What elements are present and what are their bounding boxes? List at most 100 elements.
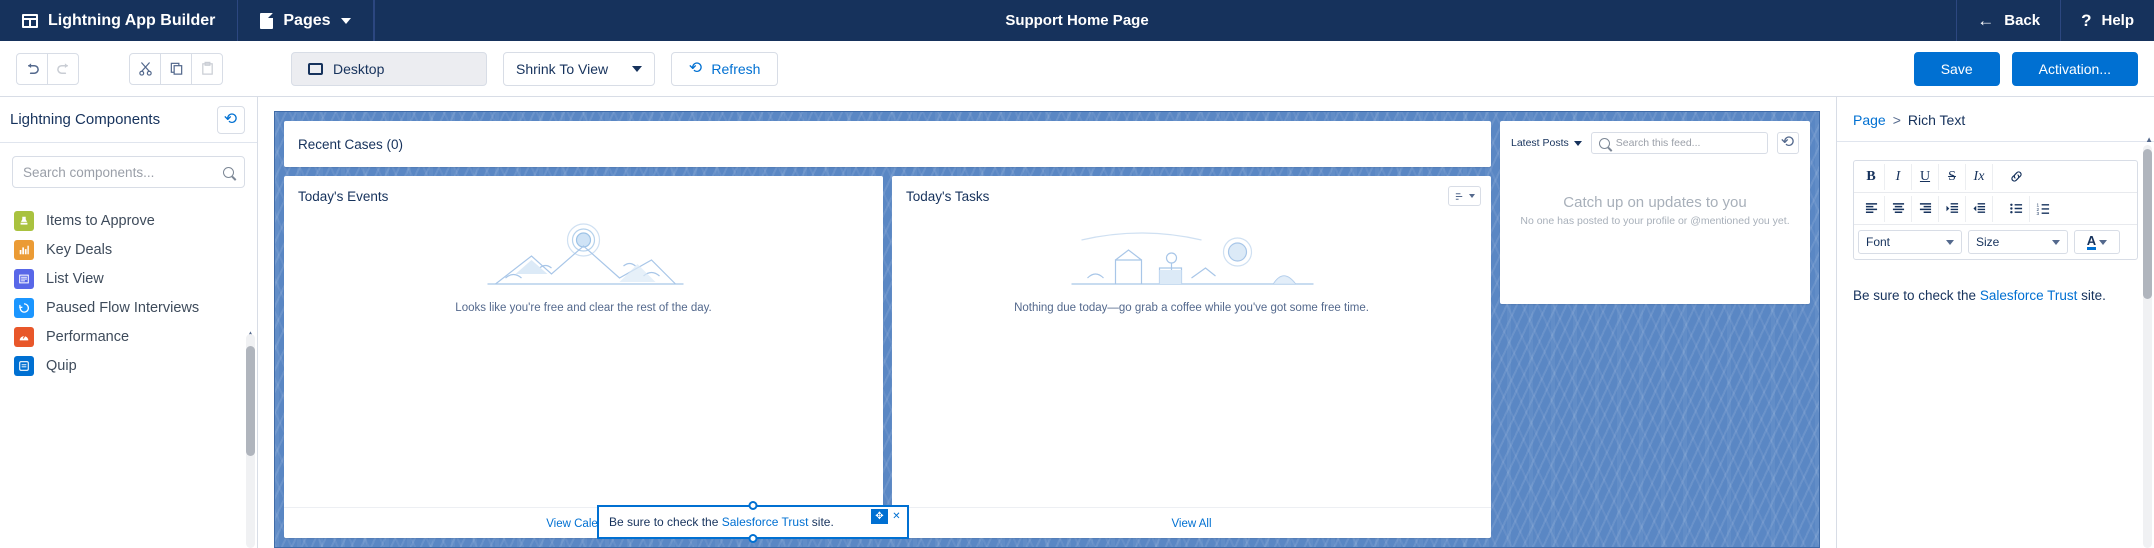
- sidebar-item-list-view[interactable]: List View: [0, 264, 257, 293]
- sidebar-title: Lightning Components: [10, 111, 161, 128]
- panel-scroll-up-arrow[interactable]: ▲: [2145, 135, 2153, 144]
- align-right-button[interactable]: [1912, 195, 1939, 222]
- activation-button[interactable]: Activation...: [2011, 51, 2138, 86]
- sidebar-item-key-deals[interactable]: Key Deals: [0, 235, 257, 264]
- numbered-list-icon: 123: [2037, 203, 2050, 215]
- components-sidebar: Lightning Components ⟳ Items to Approve: [0, 97, 258, 548]
- sidebar-item-paused-flow-interviews[interactable]: Paused Flow Interviews: [0, 293, 257, 322]
- zoom-select[interactable]: Shrink To View: [503, 51, 655, 86]
- breadcrumb: Page > Rich Text: [1837, 97, 2154, 142]
- events-empty-illustration: [294, 216, 873, 300]
- rte-row-font: Font Size A: [1854, 225, 2137, 259]
- device-toggle-desktop[interactable]: Desktop: [291, 51, 487, 86]
- sidebar-item-performance[interactable]: Performance: [0, 322, 257, 351]
- flow-icon: [14, 297, 34, 318]
- help-button[interactable]: ? Help: [2060, 0, 2154, 41]
- align-left-button[interactable]: [1858, 195, 1885, 222]
- search-input-container[interactable]: [12, 156, 245, 188]
- list-view-icon: [14, 268, 34, 289]
- redo-icon: [56, 63, 68, 74]
- text-color-button[interactable]: A: [2074, 230, 2120, 254]
- sidebar-item-label: Items to Approve: [46, 212, 155, 229]
- rich-text-suffix: site.: [2077, 288, 2106, 303]
- text-color-icon: A: [2086, 233, 2097, 250]
- redo-button[interactable]: [47, 52, 79, 85]
- undo-icon: [27, 63, 39, 74]
- copy-button[interactable]: [160, 52, 192, 85]
- sort-icon: [1455, 192, 1463, 200]
- font-size-select[interactable]: Size: [1968, 230, 2068, 254]
- todays-tasks-body: Nothing due today—go grab a coffee while…: [892, 216, 1491, 507]
- clear-formatting-button[interactable]: Ix: [1966, 163, 1993, 190]
- feed-card[interactable]: Latest Posts Search this feed... ⟳ Catch…: [1500, 121, 1810, 304]
- view-all-link[interactable]: View All: [892, 507, 1491, 538]
- component-list: Items to Approve Key Deals List View Pau…: [0, 206, 257, 548]
- link-icon: [2011, 171, 2022, 182]
- tasks-empty-illustration: [902, 216, 1481, 300]
- salesforce-trust-link[interactable]: Salesforce Trust: [722, 515, 809, 529]
- outdent-button[interactable]: [1966, 195, 1993, 222]
- sidebar-item-items-to-approve[interactable]: Items to Approve: [0, 206, 257, 235]
- link-button[interactable]: [2003, 164, 2030, 190]
- sidebar-item-label: List View: [46, 270, 104, 287]
- salesforce-trust-link[interactable]: Salesforce Trust: [1980, 288, 2078, 303]
- lightning-app-builder: Lightning App Builder Pages Support Home…: [0, 0, 2154, 548]
- resize-handle-bottom[interactable]: [748, 534, 758, 543]
- sidebar-item-quip[interactable]: Quip: [0, 351, 257, 380]
- cut-button[interactable]: [129, 52, 161, 85]
- app-brand[interactable]: Lightning App Builder: [0, 0, 239, 41]
- align-center-button[interactable]: [1885, 195, 1912, 222]
- bullet-list-icon: [2009, 203, 2022, 214]
- selected-rich-text-component[interactable]: Be sure to check the Salesforce Trust si…: [597, 501, 909, 543]
- canvas-two-column-row: Today's Events Looks like you're free an…: [284, 176, 1491, 538]
- rich-text-content[interactable]: Be sure to check the Salesforce Trust si…: [1853, 286, 2138, 306]
- numbered-list-button[interactable]: 123: [2030, 196, 2057, 222]
- italic-button[interactable]: I: [1885, 163, 1912, 190]
- feed-refresh-button[interactable]: ⟳: [1777, 132, 1799, 154]
- scissors-icon: [138, 62, 152, 76]
- resize-handle-top[interactable]: [748, 501, 758, 510]
- indent-icon: [1945, 203, 1958, 213]
- move-handle-icon[interactable]: ✥: [871, 509, 888, 524]
- todays-events-card[interactable]: Today's Events Looks like you're free an…: [284, 176, 883, 538]
- toolbar-primary-actions: Save Activation...: [1913, 51, 2138, 86]
- outdent-icon: [1972, 203, 1985, 213]
- recent-cases-title: Recent Cases (0): [298, 137, 404, 152]
- search-icon: [223, 166, 234, 178]
- builder-body: Lightning Components ⟳ Items to Approve: [0, 97, 2154, 548]
- close-icon[interactable]: ✕: [888, 509, 905, 524]
- font-family-select[interactable]: Font: [1858, 230, 1962, 254]
- sidebar-scrollbar-thumb[interactable]: [246, 346, 255, 456]
- sidebar-item-label: Key Deals: [46, 241, 113, 258]
- underline-button[interactable]: U: [1912, 163, 1939, 190]
- feed-filter-label: Latest Posts: [1511, 137, 1569, 149]
- align-right-icon: [1919, 203, 1931, 213]
- refresh-icon: ⟳: [689, 59, 703, 77]
- feed-filter-select[interactable]: Latest Posts: [1511, 137, 1582, 149]
- bold-button[interactable]: B: [1858, 163, 1885, 190]
- feed-search-placeholder: Search this feed...: [1615, 137, 1701, 149]
- chevron-down-icon: [1946, 239, 1954, 245]
- todays-tasks-card[interactable]: Today's Tasks Nothing due today—go grab …: [892, 176, 1491, 538]
- sidebar-refresh-button[interactable]: ⟳: [217, 105, 245, 134]
- back-button[interactable]: ← Back: [1956, 0, 2060, 41]
- panel-scrollbar-thumb[interactable]: [2143, 149, 2152, 299]
- recent-cases-card[interactable]: Recent Cases (0): [284, 121, 1491, 167]
- events-empty-message: Looks like you're free and clear the res…: [455, 302, 712, 314]
- feed-search-input[interactable]: Search this feed...: [1590, 132, 1768, 154]
- strikethrough-button[interactable]: S: [1939, 163, 1966, 190]
- page-canvas[interactable]: Recent Cases (0) Today's Events Looks li…: [274, 111, 1820, 548]
- history-button-group: [16, 52, 79, 85]
- bullet-list-button[interactable]: [2003, 195, 2030, 222]
- paste-button[interactable]: [191, 52, 223, 85]
- tasks-sort-button[interactable]: [1448, 186, 1481, 206]
- pages-menu-button[interactable]: Pages: [238, 0, 374, 41]
- builder-toolbar: Desktop Shrink To View ⟳ Refresh Save Ac…: [0, 41, 2154, 97]
- sidebar-item-label: Paused Flow Interviews: [46, 299, 200, 316]
- breadcrumb-page-link[interactable]: Page: [1853, 112, 1886, 128]
- refresh-button[interactable]: ⟳ Refresh: [671, 51, 779, 86]
- undo-button[interactable]: [16, 52, 48, 85]
- search-input[interactable]: [23, 164, 223, 180]
- save-button[interactable]: Save: [1913, 51, 2000, 86]
- indent-button[interactable]: [1939, 195, 1966, 222]
